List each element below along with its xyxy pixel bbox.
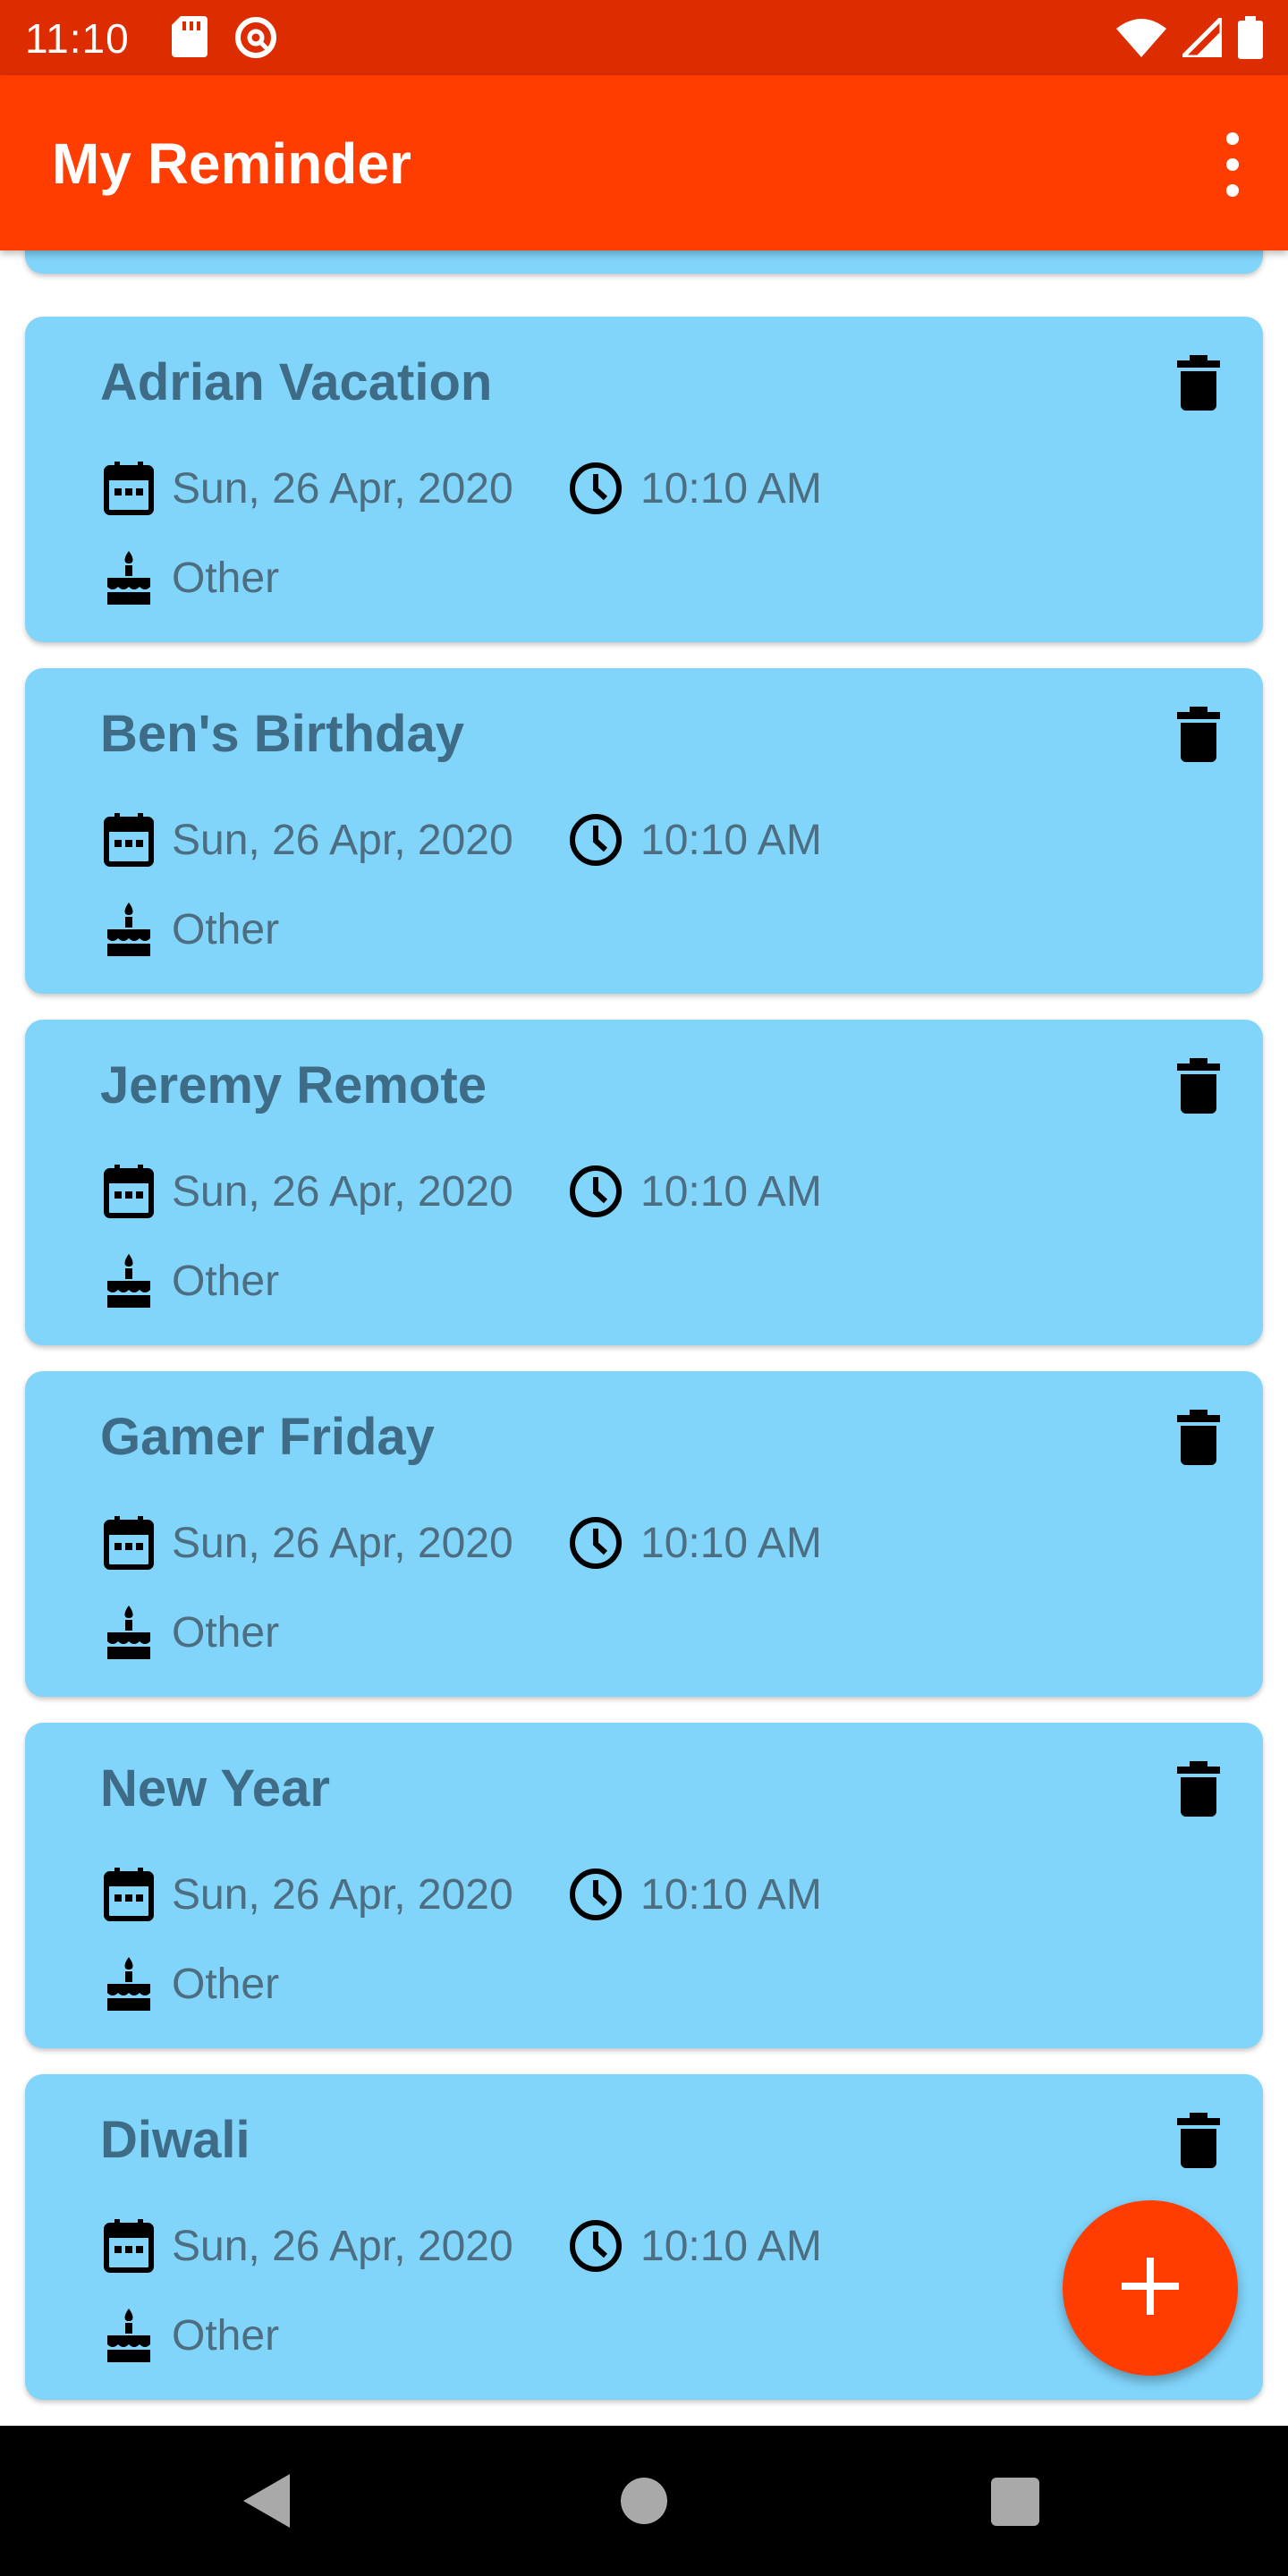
reminder-time: 10:10 AM [640, 816, 822, 864]
delete-icon[interactable] [1170, 1403, 1227, 1471]
delete-icon[interactable] [1170, 700, 1227, 768]
clock-icon [569, 1868, 623, 1921]
plus-icon [1122, 2257, 1179, 2319]
app-bar: My Reminder [0, 75, 1288, 250]
clock-icon [569, 1165, 623, 1218]
reminder-category: Other [172, 1960, 280, 2008]
app-title: My Reminder [52, 131, 411, 196]
delete-icon[interactable] [1170, 349, 1227, 417]
time-row: 10:10 AM [569, 813, 822, 867]
reminder-card[interactable]: Gamer Friday Sun, 26 Apr, 2020 10:10 AM … [25, 1371, 1263, 1697]
date-row: Sun, 26 Apr, 2020 [104, 2219, 513, 2273]
date-row: Sun, 26 Apr, 2020 [104, 1868, 513, 1921]
category-row: Other [104, 1254, 279, 1308]
overflow-menu-icon[interactable] [1213, 132, 1252, 197]
cake-icon [104, 551, 154, 605]
date-row: Sun, 26 Apr, 2020 [104, 1516, 513, 1570]
reminder-date: Sun, 26 Apr, 2020 [172, 816, 513, 864]
back-icon[interactable] [243, 2474, 290, 2532]
category-row: Other [104, 1606, 279, 1659]
reminder-category: Other [172, 1608, 280, 1657]
navigation-bar [0, 2426, 1288, 2576]
reminder-card[interactable]: Adrian Vacation Sun, 26 Apr, 2020 10:10 … [25, 317, 1263, 642]
reminder-time: 10:10 AM [640, 2222, 822, 2270]
delete-icon[interactable] [1170, 1755, 1227, 1823]
delete-icon[interactable] [1170, 2106, 1227, 2174]
reminder-date: Sun, 26 Apr, 2020 [172, 464, 513, 513]
recents-icon[interactable] [991, 2478, 1039, 2526]
reminder-category: Other [172, 554, 280, 602]
reminder-card[interactable]: New Year Sun, 26 Apr, 2020 10:10 AM Othe… [25, 1723, 1263, 2048]
reminder-date: Sun, 26 Apr, 2020 [172, 1167, 513, 1216]
calendar-icon [104, 2219, 154, 2273]
cake-icon [104, 902, 154, 956]
reminder-category: Other [172, 1257, 280, 1305]
date-row: Sun, 26 Apr, 2020 [104, 462, 513, 515]
reminder-card[interactable]: Diwali Sun, 26 Apr, 2020 10:10 AM Other [25, 2074, 1263, 2400]
calendar-icon [104, 1868, 154, 1921]
clock-icon [569, 1516, 623, 1570]
reminder-time: 10:10 AM [640, 1167, 822, 1216]
date-row: Sun, 26 Apr, 2020 [104, 813, 513, 867]
reminder-title: Jeremy Remote [100, 1056, 487, 1114]
category-row: Other [104, 1957, 279, 2011]
reminder-card-partial[interactable] [25, 250, 1263, 274]
clock-icon [569, 462, 623, 515]
category-row: Other [104, 902, 279, 956]
reminder-card[interactable]: Jeremy Remote Sun, 26 Apr, 2020 10:10 AM… [25, 1020, 1263, 1345]
reminder-time: 10:10 AM [640, 1870, 822, 1919]
time-row: 10:10 AM [569, 2219, 822, 2273]
time-row: 10:10 AM [569, 462, 822, 515]
cake-icon [104, 2309, 154, 2362]
calendar-icon [104, 1516, 154, 1570]
clock-icon [569, 2219, 623, 2273]
reminder-card[interactable]: Ben's Birthday Sun, 26 Apr, 2020 10:10 A… [25, 668, 1263, 994]
sd-card-icon [172, 16, 208, 64]
clock-icon [569, 813, 623, 867]
at-sign-icon [234, 16, 277, 64]
reminder-title: New Year [100, 1759, 330, 1818]
date-row: Sun, 26 Apr, 2020 [104, 1165, 513, 1218]
time-row: 10:10 AM [569, 1868, 822, 1921]
add-reminder-button[interactable] [1063, 2200, 1238, 2376]
status-time: 11:10 [25, 15, 130, 62]
cake-icon [104, 1254, 154, 1308]
reminder-date: Sun, 26 Apr, 2020 [172, 1519, 513, 1567]
reminder-time: 10:10 AM [640, 464, 822, 513]
category-row: Other [104, 551, 279, 605]
wifi-icon [1116, 18, 1166, 62]
reminder-title: Gamer Friday [100, 1408, 435, 1466]
reminder-category: Other [172, 905, 280, 953]
reminder-date: Sun, 26 Apr, 2020 [172, 1870, 513, 1919]
reminder-list[interactable]: Adrian Vacation Sun, 26 Apr, 2020 10:10 … [0, 250, 1288, 2426]
reminder-category: Other [172, 2311, 280, 2360]
calendar-icon [104, 813, 154, 867]
calendar-icon [104, 1165, 154, 1218]
cake-icon [104, 1957, 154, 2011]
battery-icon [1238, 16, 1263, 64]
reminder-title: Adrian Vacation [100, 353, 493, 411]
calendar-icon [104, 462, 154, 515]
time-row: 10:10 AM [569, 1165, 822, 1218]
reminder-title: Diwali [100, 2111, 250, 2169]
time-row: 10:10 AM [569, 1516, 822, 1570]
cake-icon [104, 1606, 154, 1659]
status-bar: 11:10 [0, 0, 1288, 75]
reminder-time: 10:10 AM [640, 1519, 822, 1567]
reminder-date: Sun, 26 Apr, 2020 [172, 2222, 513, 2270]
home-icon[interactable] [621, 2478, 667, 2524]
cell-signal-icon [1176, 12, 1224, 62]
category-row: Other [104, 2309, 279, 2362]
reminder-title: Ben's Birthday [100, 705, 464, 763]
delete-icon[interactable] [1170, 1052, 1227, 1120]
